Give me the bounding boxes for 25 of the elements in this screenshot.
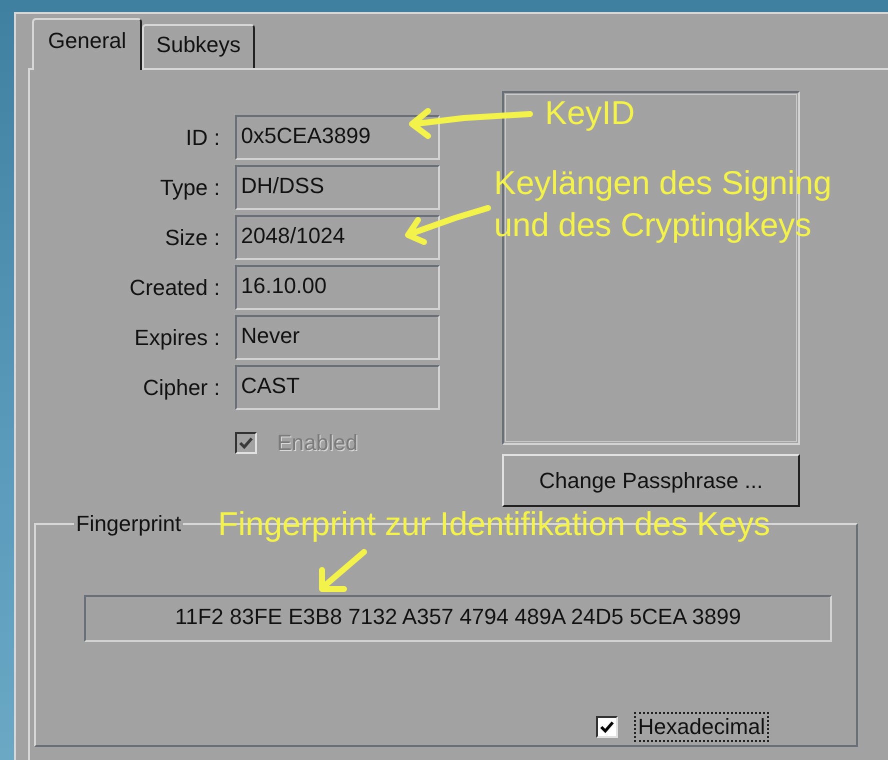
field-label: Expires : (133, 324, 220, 352)
input-field[interactable]: 16.10.00 (235, 265, 440, 310)
annotation-arrow (319, 549, 367, 592)
annotation-text: Keylängen des Signing und des Cryptingkeys (494, 163, 832, 245)
check-icon (238, 435, 254, 451)
fingerprint-field[interactable]: 11F2 83FE E3B8 7132 A357 4794 489A 24D5 5CEA 3899 (84, 595, 832, 642)
tab[interactable]: General (32, 18, 142, 70)
annotation-text: KeyID (545, 93, 635, 133)
field-label: Cipher : (142, 374, 220, 402)
field-label: Type : (159, 174, 220, 202)
check-icon (599, 719, 615, 735)
field-label: ID : (184, 124, 220, 152)
checkbox[interactable] (596, 716, 618, 738)
input-field[interactable]: 2048/1024 (235, 215, 440, 260)
field-label: Size : (164, 224, 220, 252)
input-field[interactable]: 0x5CEA3899 (235, 115, 440, 160)
tab[interactable]: Subkeys (142, 24, 255, 68)
annotation-text: Fingerprint zur Identifikation des Keys (218, 504, 770, 544)
group-label: Fingerprint (75, 511, 182, 537)
field-label: Created : (128, 274, 220, 302)
input-field[interactable]: DH/DSS (235, 165, 440, 210)
change-passphrase-button[interactable]: Change Passphrase ... (502, 454, 800, 507)
checkbox-label: Hexadecimal (636, 714, 768, 740)
input-field[interactable]: Never (235, 315, 440, 360)
input-field[interactable]: CAST (235, 365, 440, 410)
